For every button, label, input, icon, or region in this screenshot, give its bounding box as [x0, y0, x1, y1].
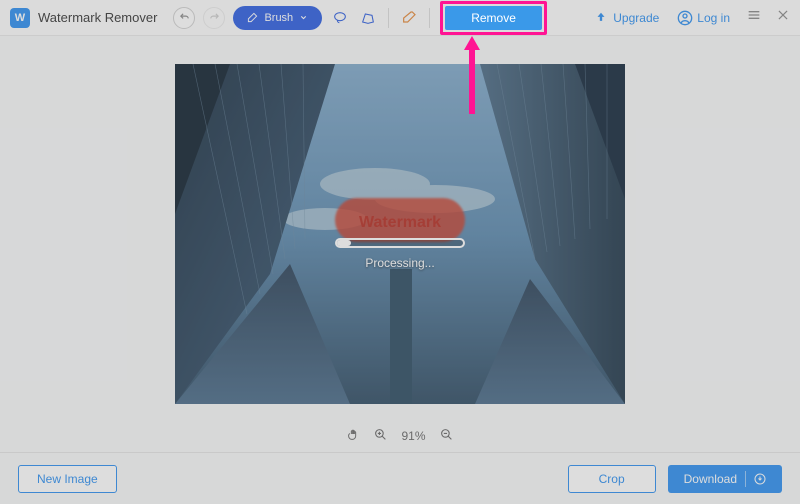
hand-tool-icon[interactable]	[347, 428, 360, 444]
processing-status: Processing...	[365, 256, 434, 270]
app-title: Watermark Remover	[38, 10, 157, 25]
zoom-controls: 91%	[0, 428, 800, 444]
lasso-tool-icon[interactable]	[330, 8, 350, 28]
top-toolbar: W Watermark Remover Brush Remove Upgrade…	[0, 0, 800, 36]
bottom-bar: New Image Crop Download	[0, 452, 800, 504]
polygon-tool-icon[interactable]	[358, 8, 378, 28]
processing-overlay: Watermark Processing...	[290, 198, 510, 270]
menu-icon[interactable]	[746, 7, 762, 28]
download-button[interactable]: Download	[668, 465, 782, 493]
redo-button[interactable]	[203, 7, 225, 29]
brush-label: Brush	[264, 12, 293, 24]
upload-icon	[594, 11, 608, 25]
remove-button[interactable]: Remove	[445, 6, 542, 30]
new-image-button[interactable]: New Image	[18, 465, 117, 493]
close-icon[interactable]	[776, 8, 790, 27]
canvas-area: Watermark Processing...	[0, 36, 800, 452]
brush-tool-button[interactable]: Brush	[233, 6, 322, 30]
eraser-tool-icon[interactable]	[399, 8, 419, 28]
toolbar-divider	[388, 8, 389, 28]
download-label: Download	[684, 472, 737, 486]
undo-button[interactable]	[173, 7, 195, 29]
login-link[interactable]: Log in	[677, 10, 730, 26]
chevron-down-icon	[299, 13, 308, 22]
toolbar-divider	[429, 8, 430, 28]
watermark-sample-text: Watermark	[359, 214, 441, 232]
app-logo-icon: W	[10, 8, 30, 28]
zoom-in-icon[interactable]	[374, 428, 387, 444]
progress-bar	[335, 238, 465, 248]
working-image[interactable]: Watermark Processing...	[175, 64, 625, 404]
login-label: Log in	[697, 11, 730, 25]
crop-button[interactable]: Crop	[568, 465, 656, 493]
download-icon	[754, 473, 766, 485]
upgrade-link[interactable]: Upgrade	[594, 11, 659, 25]
upgrade-label: Upgrade	[613, 11, 659, 25]
user-icon	[677, 10, 693, 26]
remove-button-highlight: Remove	[440, 1, 547, 35]
zoom-level: 91%	[401, 429, 425, 443]
zoom-out-icon[interactable]	[440, 428, 453, 444]
